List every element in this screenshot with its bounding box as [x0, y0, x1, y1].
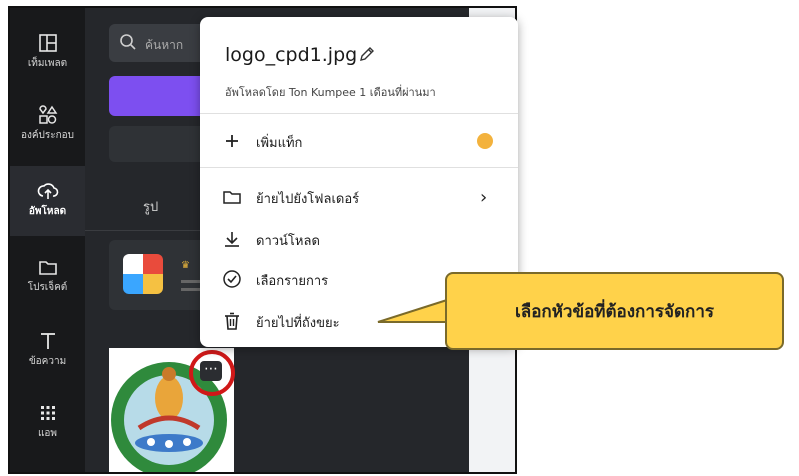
- plus-icon: [226, 135, 238, 147]
- rail-item-apps[interactable]: แอพ: [10, 388, 85, 458]
- menu-divider: [200, 167, 518, 168]
- trash-icon: [225, 312, 239, 330]
- template-icon: [38, 34, 57, 52]
- apps-icon: [40, 406, 55, 420]
- pencil-icon[interactable]: [358, 45, 376, 63]
- rail-label: อัพโหลด: [28, 206, 67, 217]
- menu-item-label: ย้ายไปที่ถังขยะ: [256, 316, 340, 331]
- rail-item-uploads[interactable]: อัพโหลด: [10, 166, 85, 236]
- menu-divider: [200, 113, 518, 114]
- search-icon: [120, 34, 136, 50]
- menu-item-label: เลือกรายการ: [256, 274, 329, 289]
- card-thumbnail: [123, 254, 163, 294]
- search-placeholder: ค้นหาก: [145, 38, 184, 52]
- upload-info: อัพโหลดโดย Ton Kumpee 1 เดือนที่ผ่านมา: [225, 86, 436, 99]
- side-rail: เท็มเพลต องค์ประกอบ อัพโหลด โปรเจ็คต์ ข้…: [10, 8, 85, 472]
- elements-icon: [38, 105, 57, 124]
- menu-item-label: เพิ่มแท็ก: [256, 136, 303, 151]
- check-circle-icon: [223, 270, 241, 288]
- chevron-right-icon: ›: [480, 187, 488, 208]
- rail-label: โปรเจ็คต์: [27, 282, 68, 293]
- crown-icon: ♛: [181, 260, 190, 271]
- instruction-callout: เลือกหัวข้อที่ต้องการจัดการ: [445, 272, 784, 350]
- folder-icon: [223, 191, 241, 204]
- rail-item-elements[interactable]: องค์ประกอบ: [10, 90, 85, 160]
- folder-icon: [38, 261, 57, 275]
- rail-label: แอพ: [37, 428, 58, 439]
- menu-item-label: ย้ายไปยังโฟลเดอร์: [256, 192, 360, 207]
- file-name[interactable]: logo_cpd1.jpg: [225, 44, 357, 66]
- rail-label: เท็มเพลต: [27, 58, 68, 69]
- rail-label: องค์ประกอบ: [20, 130, 75, 141]
- upload-icon: [37, 183, 58, 199]
- callout-text: เลือกหัวข้อที่ต้องการจัดการ: [514, 302, 714, 322]
- highlight-circle: [189, 350, 235, 396]
- premium-crown-icon: [477, 133, 493, 149]
- rail-item-text[interactable]: ข้อความ: [10, 316, 85, 386]
- menu-item-move-to-folder[interactable]: ย้ายไปยังโฟลเดอร์ ›: [200, 179, 518, 215]
- text-icon: [40, 333, 55, 349]
- rail-label: ข้อความ: [28, 356, 67, 367]
- tab-images[interactable]: รูป: [143, 196, 158, 217]
- menu-item-label: ดาวน์โหลด: [256, 234, 320, 249]
- rail-item-projects[interactable]: โปรเจ็คต์: [10, 242, 85, 312]
- menu-item-add-tag[interactable]: เพิ่มแท็ก: [200, 123, 518, 159]
- download-icon: [225, 232, 239, 247]
- menu-item-download[interactable]: ดาวน์โหลด: [200, 221, 518, 257]
- rail-item-templates[interactable]: เท็มเพลต: [10, 18, 85, 88]
